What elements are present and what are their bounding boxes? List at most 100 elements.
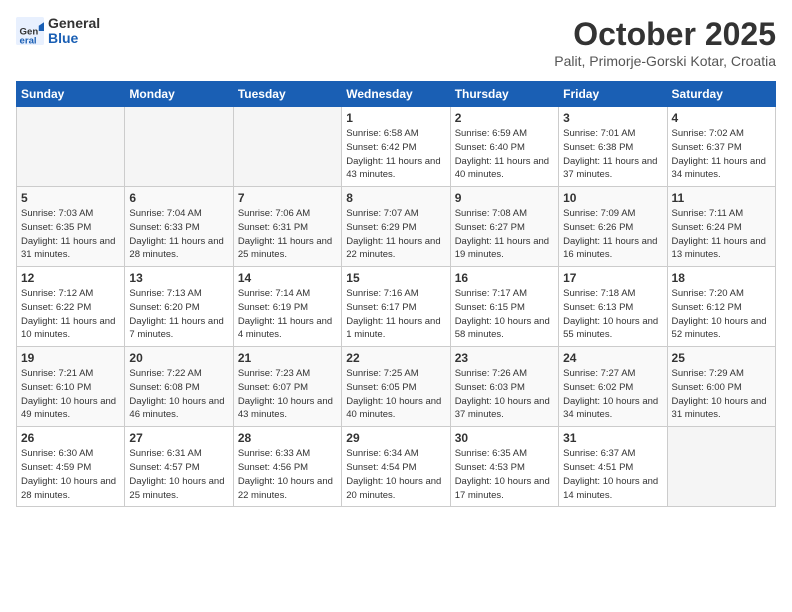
day-info: Sunrise: 7:29 AM Sunset: 6:00 PM Dayligh… xyxy=(672,367,771,422)
day-number: 23 xyxy=(455,351,554,365)
calendar-cell: 2 Sunrise: 6:59 AM Sunset: 6:40 PM Daylig… xyxy=(450,107,558,187)
logo-general: General xyxy=(48,16,100,31)
calendar-cell: 30Sunrise: 6:35 AM Sunset: 4:53 PM Dayli… xyxy=(450,427,558,507)
calendar-cell: 23 Sunrise: 7:26 AM Sunset: 6:03 PM Dayli… xyxy=(450,347,558,427)
page-header: Gen eral General Blue October 2025 Palit… xyxy=(16,16,776,69)
calendar-cell: 7 Sunrise: 7:06 AM Sunset: 6:31 PM Daylig… xyxy=(233,187,341,267)
day-info: Sunrise: 7:25 AM Sunset: 6:05 PM Dayligh… xyxy=(346,367,445,422)
day-info: Sunrise: 7:21 AM Sunset: 6:10 PM Dayligh… xyxy=(21,367,120,422)
day-number: 1 xyxy=(346,111,445,125)
title-block: October 2025 Palit, Primorje-Gorski Kota… xyxy=(554,16,776,69)
day-info: Sunrise: 7:16 AM Sunset: 6:17 PM Dayligh… xyxy=(346,287,445,342)
day-number: 18 xyxy=(672,271,771,285)
calendar-cell: 22 Sunrise: 7:25 AM Sunset: 6:05 PM Dayli… xyxy=(342,347,450,427)
weekday-header: Thursday xyxy=(450,82,558,107)
day-info: Sunrise: 7:03 AM Sunset: 6:35 PM Dayligh… xyxy=(21,207,120,262)
calendar-cell: 25Sunrise: 7:29 AM Sunset: 6:00 PM Dayli… xyxy=(667,347,775,427)
day-info: Sunrise: 7:08 AM Sunset: 6:27 PM Dayligh… xyxy=(455,207,554,262)
day-info: Sunrise: 6:37 AM Sunset: 4:51 PM Dayligh… xyxy=(563,447,662,502)
day-info: Sunrise: 7:07 AM Sunset: 6:29 PM Dayligh… xyxy=(346,207,445,262)
day-number: 10 xyxy=(563,191,662,205)
day-info: Sunrise: 6:58 AM Sunset: 6:42 PM Dayligh… xyxy=(346,127,445,182)
calendar-cell xyxy=(233,107,341,187)
calendar-cell: 13 Sunrise: 7:13 AM Sunset: 6:20 PM Dayli… xyxy=(125,267,233,347)
day-info: Sunrise: 7:22 AM Sunset: 6:08 PM Dayligh… xyxy=(129,367,228,422)
day-number: 28 xyxy=(238,431,337,445)
day-number: 27 xyxy=(129,431,228,445)
day-number: 26 xyxy=(21,431,120,445)
weekday-header: Wednesday xyxy=(342,82,450,107)
calendar-week-row: 26Sunrise: 6:30 AM Sunset: 4:59 PM Dayli… xyxy=(17,427,776,507)
day-info: Sunrise: 7:06 AM Sunset: 6:31 PM Dayligh… xyxy=(238,207,337,262)
day-info: Sunrise: 7:09 AM Sunset: 6:26 PM Dayligh… xyxy=(563,207,662,262)
day-number: 14 xyxy=(238,271,337,285)
day-info: Sunrise: 6:33 AM Sunset: 4:56 PM Dayligh… xyxy=(238,447,337,502)
day-info: Sunrise: 7:27 AM Sunset: 6:02 PM Dayligh… xyxy=(563,367,662,422)
calendar-cell: 1 Sunrise: 6:58 AM Sunset: 6:42 PM Daylig… xyxy=(342,107,450,187)
logo: Gen eral General Blue xyxy=(16,16,100,47)
calendar-cell xyxy=(667,427,775,507)
day-number: 13 xyxy=(129,271,228,285)
day-number: 6 xyxy=(129,191,228,205)
calendar-cell: 6 Sunrise: 7:04 AM Sunset: 6:33 PM Daylig… xyxy=(125,187,233,267)
calendar-cell: 24Sunrise: 7:27 AM Sunset: 6:02 PM Dayli… xyxy=(559,347,667,427)
calendar-cell: 26Sunrise: 6:30 AM Sunset: 4:59 PM Dayli… xyxy=(17,427,125,507)
day-number: 16 xyxy=(455,271,554,285)
day-info: Sunrise: 6:31 AM Sunset: 4:57 PM Dayligh… xyxy=(129,447,228,502)
day-number: 15 xyxy=(346,271,445,285)
weekday-header: Saturday xyxy=(667,82,775,107)
logo-text: General Blue xyxy=(48,16,100,47)
day-info: Sunrise: 7:18 AM Sunset: 6:13 PM Dayligh… xyxy=(563,287,662,342)
day-info: Sunrise: 6:35 AM Sunset: 4:53 PM Dayligh… xyxy=(455,447,554,502)
calendar-cell: 15 Sunrise: 7:16 AM Sunset: 6:17 PM Dayli… xyxy=(342,267,450,347)
month-title: October 2025 xyxy=(554,16,776,53)
calendar-week-row: 12 Sunrise: 7:12 AM Sunset: 6:22 PM Dayli… xyxy=(17,267,776,347)
calendar-cell: 18 Sunrise: 7:20 AM Sunset: 6:12 PM Dayli… xyxy=(667,267,775,347)
logo-blue: Blue xyxy=(48,31,100,46)
weekday-header: Sunday xyxy=(17,82,125,107)
calendar-cell xyxy=(17,107,125,187)
calendar-table: SundayMondayTuesdayWednesdayThursdayFrid… xyxy=(16,81,776,507)
calendar-cell xyxy=(125,107,233,187)
day-info: Sunrise: 7:01 AM Sunset: 6:38 PM Dayligh… xyxy=(563,127,662,182)
calendar-cell: 16 Sunrise: 7:17 AM Sunset: 6:15 PM Dayli… xyxy=(450,267,558,347)
day-number: 5 xyxy=(21,191,120,205)
calendar-cell: 8Sunrise: 7:07 AM Sunset: 6:29 PM Daylig… xyxy=(342,187,450,267)
day-number: 7 xyxy=(238,191,337,205)
calendar-cell: 29Sunrise: 6:34 AM Sunset: 4:54 PM Dayli… xyxy=(342,427,450,507)
day-info: Sunrise: 7:23 AM Sunset: 6:07 PM Dayligh… xyxy=(238,367,337,422)
calendar-cell: 17Sunrise: 7:18 AM Sunset: 6:13 PM Dayli… xyxy=(559,267,667,347)
day-number: 22 xyxy=(346,351,445,365)
day-info: Sunrise: 7:12 AM Sunset: 6:22 PM Dayligh… xyxy=(21,287,120,342)
day-info: Sunrise: 6:59 AM Sunset: 6:40 PM Dayligh… xyxy=(455,127,554,182)
day-info: Sunrise: 7:26 AM Sunset: 6:03 PM Dayligh… xyxy=(455,367,554,422)
calendar-cell: 11Sunrise: 7:11 AM Sunset: 6:24 PM Dayli… xyxy=(667,187,775,267)
calendar-cell: 27 Sunrise: 6:31 AM Sunset: 4:57 PM Dayli… xyxy=(125,427,233,507)
day-info: Sunrise: 7:14 AM Sunset: 6:19 PM Dayligh… xyxy=(238,287,337,342)
calendar-cell: 12 Sunrise: 7:12 AM Sunset: 6:22 PM Dayli… xyxy=(17,267,125,347)
logo-icon: Gen eral xyxy=(16,17,44,45)
day-info: Sunrise: 7:20 AM Sunset: 6:12 PM Dayligh… xyxy=(672,287,771,342)
weekday-header-row: SundayMondayTuesdayWednesdayThursdayFrid… xyxy=(17,82,776,107)
calendar-cell: 10 Sunrise: 7:09 AM Sunset: 6:26 PM Dayli… xyxy=(559,187,667,267)
day-number: 12 xyxy=(21,271,120,285)
day-info: Sunrise: 7:13 AM Sunset: 6:20 PM Dayligh… xyxy=(129,287,228,342)
calendar-cell: 9Sunrise: 7:08 AM Sunset: 6:27 PM Daylig… xyxy=(450,187,558,267)
calendar-week-row: 5 Sunrise: 7:03 AM Sunset: 6:35 PM Daylig… xyxy=(17,187,776,267)
calendar-cell: 14 Sunrise: 7:14 AM Sunset: 6:19 PM Dayli… xyxy=(233,267,341,347)
weekday-header: Monday xyxy=(125,82,233,107)
location: Palit, Primorje-Gorski Kotar, Croatia xyxy=(554,53,776,69)
day-info: Sunrise: 7:02 AM Sunset: 6:37 PM Dayligh… xyxy=(672,127,771,182)
calendar-cell: 5 Sunrise: 7:03 AM Sunset: 6:35 PM Daylig… xyxy=(17,187,125,267)
day-number: 21 xyxy=(238,351,337,365)
day-number: 29 xyxy=(346,431,445,445)
day-number: 4 xyxy=(672,111,771,125)
calendar-cell: 4 Sunrise: 7:02 AM Sunset: 6:37 PM Daylig… xyxy=(667,107,775,187)
day-number: 19 xyxy=(21,351,120,365)
day-number: 2 xyxy=(455,111,554,125)
day-info: Sunrise: 7:04 AM Sunset: 6:33 PM Dayligh… xyxy=(129,207,228,262)
day-info: Sunrise: 7:17 AM Sunset: 6:15 PM Dayligh… xyxy=(455,287,554,342)
day-number: 3 xyxy=(563,111,662,125)
weekday-header: Tuesday xyxy=(233,82,341,107)
calendar-cell: 21 Sunrise: 7:23 AM Sunset: 6:07 PM Dayli… xyxy=(233,347,341,427)
